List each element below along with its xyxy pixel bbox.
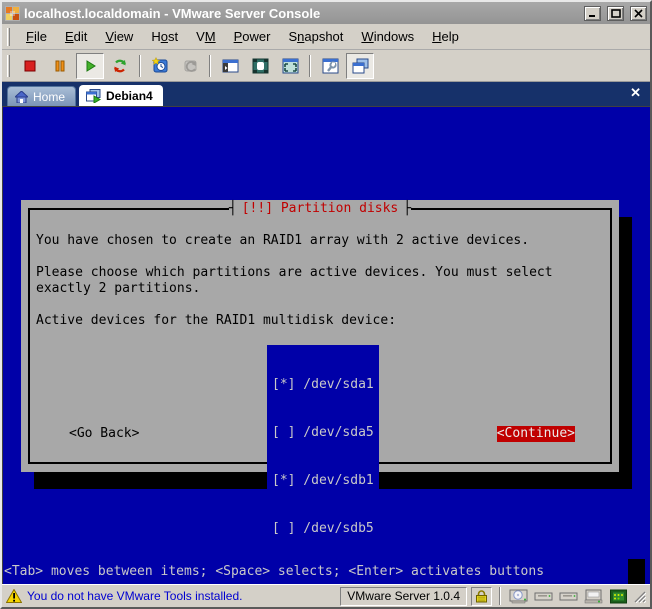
resize-grip[interactable] [633, 590, 646, 603]
menu-windows[interactable]: Windows [352, 27, 423, 46]
dialog-title: ┤[!!] Partition disks├ [21, 201, 619, 217]
checkbox-state: [ ] [272, 521, 295, 536]
snapshot-icon [152, 57, 169, 74]
console-help-line: <Tab> moves between items; <Space> selec… [4, 564, 544, 580]
toolbar-separator [309, 55, 311, 77]
menu-snapshot[interactable]: Snapshot [279, 27, 352, 46]
padlock-icon [475, 590, 488, 603]
harddisk-device-icon[interactable] [583, 588, 604, 605]
full-screen-icon [252, 58, 269, 74]
checkbox-state: [ ] [272, 425, 295, 440]
warning-icon [6, 589, 22, 603]
take-snapshot-button[interactable] [146, 53, 174, 79]
network-device-icon[interactable] [608, 588, 629, 605]
checkbox-state: [*] [272, 473, 295, 488]
reset-button[interactable] [106, 53, 134, 79]
close-icon [634, 9, 643, 18]
menu-power[interactable]: Power [225, 27, 280, 46]
full-screen-button[interactable] [246, 53, 274, 79]
partition-disks-dialog: ┤[!!] Partition disks├ You have chosen t… [21, 200, 619, 472]
raid-device-checklist: [*] /dev/sda1 [ ] /dev/sda5 [*] /dev/sdb1 [… [267, 345, 379, 569]
power-on-button[interactable] [76, 53, 104, 79]
go-back-button[interactable]: <Go Back> [69, 426, 139, 442]
minimize-icon [588, 9, 598, 18]
title-tick-left: ┤ [229, 201, 237, 216]
vm-icon [86, 89, 101, 103]
menu-view[interactable]: View [96, 27, 142, 46]
device-label: /dev/sdb5 [303, 521, 373, 536]
statusbar: You do not have VMware Tools installed. … [2, 584, 650, 607]
toolbar-grip[interactable] [7, 55, 10, 77]
titlebar: localhost.localdomain - VMware Server Co… [2, 2, 650, 24]
tab-home[interactable]: Home [7, 86, 76, 106]
checkbox-state: [*] [272, 377, 295, 392]
menubar: File Edit View Host VM Power Snapshot Wi… [2, 24, 650, 50]
dialog-intro-text: You have chosen to create an RAID1 array… [36, 233, 529, 249]
dialog-list-label: Active devices for the RAID1 multidisk d… [36, 313, 396, 329]
menubar-grip[interactable] [7, 28, 10, 46]
device-label: /dev/sda5 [303, 425, 373, 440]
menu-edit[interactable]: Edit [56, 27, 96, 46]
tab-close-icon[interactable]: ✕ [630, 86, 641, 99]
menu-file[interactable]: File [17, 27, 56, 46]
console-full-screen-icon [282, 58, 299, 74]
tab-debian4-label: Debian4 [106, 89, 153, 103]
quick-switch-button[interactable] [216, 53, 244, 79]
vmware-logo-icon [5, 6, 20, 21]
console-view-button[interactable] [346, 53, 374, 79]
menu-host[interactable]: Host [142, 27, 187, 46]
dialog-instruction-line1: Please choose which partitions are activ… [36, 265, 553, 281]
vmware-tools-warning-link[interactable]: You do not have VMware Tools installed. [27, 589, 242, 603]
screen-black-margin [628, 559, 645, 584]
statusbar-right: VMware Server 1.0.4 [340, 587, 646, 606]
revert-snapshot-icon [182, 57, 199, 74]
vm-console-screen[interactable]: ┤[!!] Partition disks├ You have chosen t… [2, 106, 650, 584]
tabbar: Home Debian4 ✕ [2, 82, 650, 106]
play-icon [82, 58, 98, 74]
console-view-icon [352, 58, 369, 74]
product-version-label: VMware Server 1.0.4 [340, 587, 467, 606]
tab-debian4[interactable]: Debian4 [79, 85, 163, 106]
vm-settings-button[interactable] [316, 53, 344, 79]
console-full-screen-button[interactable] [276, 53, 304, 79]
revert-snapshot-button[interactable] [176, 53, 204, 79]
menu-help[interactable]: Help [423, 27, 468, 46]
tab-home-label: Home [33, 90, 65, 104]
maximize-icon [611, 9, 621, 18]
close-button[interactable] [630, 6, 647, 21]
device-label: /dev/sdb1 [303, 473, 373, 488]
statusbar-separator [499, 587, 501, 605]
suspend-icon [52, 58, 68, 74]
checklist-item-sda5[interactable]: [ ] /dev/sda5 [272, 425, 374, 441]
checklist-item-sdb1[interactable]: [*] /dev/sdb1 [272, 473, 374, 489]
toolbar-separator [209, 55, 211, 77]
checklist-item-sdb5[interactable]: [ ] /dev/sdb5 [272, 521, 374, 537]
toolbar-separator [139, 55, 141, 77]
home-icon [15, 91, 28, 103]
continue-button[interactable]: <Continue> [497, 426, 575, 442]
input-grab-button[interactable] [471, 587, 492, 606]
power-off-button[interactable] [16, 53, 44, 79]
maximize-button[interactable] [607, 6, 624, 21]
power-off-icon [22, 58, 38, 74]
title-tick-right: ├ [403, 201, 411, 216]
device-label: /dev/sda1 [303, 377, 373, 392]
toolbar [2, 50, 650, 82]
suspend-button[interactable] [46, 53, 74, 79]
reset-icon [112, 58, 128, 74]
cdrom-device-icon[interactable] [508, 588, 529, 605]
floppy-device-icon[interactable] [558, 588, 579, 605]
checklist-item-sda1[interactable]: [*] /dev/sda1 [272, 377, 374, 393]
minimize-button[interactable] [584, 6, 601, 21]
quick-switch-icon [222, 58, 239, 74]
settings-wrench-icon [322, 58, 339, 74]
vmware-server-console-window: localhost.localdomain - VMware Server Co… [0, 0, 652, 609]
dialog-title-text: [!!] Partition disks [237, 201, 404, 216]
dialog-instruction-line2: exactly 2 partitions. [36, 281, 200, 297]
floppy-device-icon[interactable] [533, 588, 554, 605]
menu-vm[interactable]: VM [187, 27, 225, 46]
window-title: localhost.localdomain - VMware Server Co… [24, 6, 578, 21]
